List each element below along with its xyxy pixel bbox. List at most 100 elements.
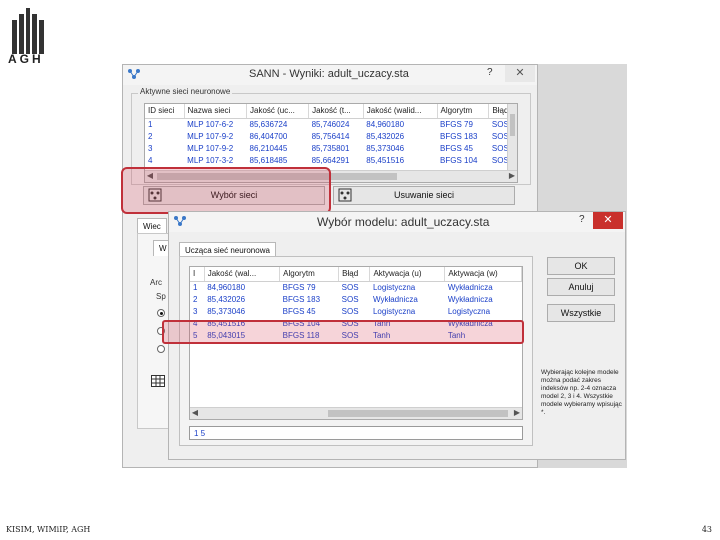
- table-cell: 85,664291: [311, 155, 350, 165]
- app-icon: [128, 69, 140, 79]
- table-cell: SOS: [341, 306, 359, 316]
- results-titlebar: SANN - Wyniki: adult_uczacy.sta ? ✕: [123, 65, 537, 85]
- table-cell: BFGS 79: [440, 119, 473, 129]
- table-row[interactable]: 1 84,960180 BFGS 79 SOS Logistyczna Wykł…: [190, 281, 522, 293]
- table-cell: SOS: [341, 282, 359, 292]
- scroll-left-icon[interactable]: ◀: [190, 408, 200, 417]
- table-cell: Wykładnicza: [447, 282, 493, 292]
- grid-header-row: ID sieci Nazwa sieci Jakość (uc... Jakoś…: [145, 104, 517, 119]
- delete-network-label: Usuwanie sieci: [393, 190, 455, 200]
- radio-option-3[interactable]: [157, 345, 165, 353]
- table-cell: 85,735801: [311, 143, 350, 153]
- table-row[interactable]: 2 85,432026 BFGS 183 SOS Wykładnicza Wyk…: [190, 293, 522, 305]
- table-cell: BFGS 183: [440, 131, 478, 141]
- table-row[interactable]: 3 85,373046 BFGS 45 SOS Logistyczna Logi…: [190, 305, 522, 317]
- column-header[interactable]: Jakość (wal...: [204, 267, 281, 282]
- dialog-close-button[interactable]: ✕: [593, 212, 623, 229]
- table-cell: 86,404700: [249, 131, 288, 141]
- table-cell: BFGS 183: [282, 294, 321, 304]
- column-header[interactable]: Jakość (t...: [308, 104, 364, 119]
- side-label-2: Sp: [156, 292, 166, 301]
- table-cell: BFGS 45: [282, 306, 316, 316]
- dialog-titlebar: Wybór modelu: adult_uczacy.sta ? ✕: [169, 212, 625, 232]
- tab-results[interactable]: Wiec: [137, 218, 167, 234]
- scroll-thumb[interactable]: [510, 114, 515, 136]
- table-cell: MLP 107-3-2: [187, 155, 234, 165]
- results-title: SANN - Wyniki: adult_uczacy.sta: [249, 68, 409, 80]
- table-cell: 3: [148, 143, 153, 153]
- table-cell: 86,210445: [249, 143, 288, 153]
- grid-header-row: I Jakość (wal... Algorytm Błąd Aktywacja…: [190, 267, 522, 282]
- tab-training-network-label: Ucząca sieć neuronowa: [185, 246, 270, 255]
- tab-results-label: Wiec: [143, 222, 161, 231]
- ok-button[interactable]: OK: [547, 257, 615, 275]
- table-cell: 1: [193, 282, 198, 292]
- column-header[interactable]: Jakość (uc...: [246, 104, 310, 119]
- column-header[interactable]: Aktywacja (u): [369, 267, 446, 282]
- column-header[interactable]: Algorytm: [279, 267, 340, 282]
- dialog-help-button[interactable]: ?: [579, 214, 585, 225]
- scroll-thumb[interactable]: [328, 410, 508, 417]
- column-header[interactable]: Algorytm: [437, 104, 490, 119]
- delete-network-button[interactable]: Usuwanie sieci: [333, 186, 515, 205]
- selection-input-value: 1 5: [194, 429, 206, 438]
- radio-option-1[interactable]: [157, 309, 165, 317]
- tab-sub-label: W: [159, 244, 167, 253]
- table-cell: BFGS 45: [440, 143, 473, 153]
- side-label-1: Arc: [150, 278, 162, 287]
- column-header[interactable]: Jakość (walid...: [363, 104, 438, 119]
- help-button[interactable]: ?: [487, 67, 493, 78]
- table-cell: 85,756414: [311, 131, 350, 141]
- table-cell: 85,432026: [366, 131, 405, 141]
- selected-row-highlight: [162, 320, 524, 344]
- selection-hint: Wybierając kolejne modele można podać za…: [541, 369, 622, 416]
- model-grid-horizontal-scrollbar[interactable]: ◀ ▶: [190, 407, 522, 419]
- app-icon: [174, 216, 186, 226]
- table-cell: 2: [148, 131, 153, 141]
- column-header[interactable]: Błąd: [338, 267, 371, 282]
- network-delete-icon: [338, 188, 352, 202]
- selection-input[interactable]: 1 5: [189, 426, 523, 440]
- table-cell: 84,960180: [207, 282, 246, 292]
- table-row[interactable]: 1 MLP 107-6-2 85,636724 85,746024 84,960…: [145, 118, 517, 130]
- table-cell: 3: [193, 306, 198, 316]
- table-cell: 85,636724: [249, 119, 288, 129]
- table-cell: 4: [148, 155, 153, 165]
- scroll-right-icon[interactable]: ▶: [507, 171, 517, 180]
- table-cell: Logistyczna: [372, 282, 416, 292]
- table-cell: MLP 107-9-2: [187, 131, 234, 141]
- column-header[interactable]: ID sieci: [145, 104, 185, 119]
- table-cell: Wykładnicza: [447, 294, 493, 304]
- active-networks-title: Aktywne sieci neuronowe: [138, 87, 233, 96]
- scroll-right-icon[interactable]: ▶: [512, 408, 522, 417]
- logo-text: AGH: [8, 52, 44, 66]
- column-header[interactable]: I: [190, 267, 205, 282]
- dialog-title: Wybór modelu: adult_uczacy.sta: [317, 215, 490, 229]
- table-cell: SOS: [341, 294, 359, 304]
- table-cell: 85,432026: [207, 294, 246, 304]
- grid-vertical-scrollbar[interactable]: [507, 104, 517, 170]
- select-all-button[interactable]: Wszystkie: [547, 304, 615, 322]
- cancel-button[interactable]: Anuluj: [547, 278, 615, 296]
- table-cell: 84,960180: [366, 119, 405, 129]
- page-number: 43: [701, 525, 712, 534]
- column-header[interactable]: Aktywacja (w): [444, 267, 522, 282]
- select-network-highlight: [121, 167, 331, 214]
- table-cell: 1: [148, 119, 153, 129]
- table-cell: MLP 107-9-2: [187, 143, 234, 153]
- table-cell: Logistyczna: [372, 306, 416, 316]
- table-cell: MLP 107-6-2: [187, 119, 234, 129]
- table-cell: 85,373046: [207, 306, 246, 316]
- close-button[interactable]: ✕: [505, 65, 535, 82]
- table-row[interactable]: 2 MLP 107-9-2 86,404700 85,756414 85,432…: [145, 130, 517, 142]
- table-cell: 85,451516: [366, 155, 405, 165]
- table-cell: 85,746024: [311, 119, 350, 129]
- table-cell: 2: [193, 294, 198, 304]
- table-row[interactable]: 4 MLP 107-3-2 85,618485 85,664291 85,451…: [145, 154, 517, 166]
- footer-text: KISIM, WIMiIP, AGH: [6, 525, 91, 534]
- table-icon[interactable]: [151, 375, 165, 387]
- table-cell: BFGS 104: [440, 155, 478, 165]
- column-header[interactable]: Nazwa sieci: [184, 104, 248, 119]
- table-row[interactable]: 3 MLP 107-9-2 86,210445 85,735801 85,373…: [145, 142, 517, 154]
- table-cell: BFGS 79: [282, 282, 316, 292]
